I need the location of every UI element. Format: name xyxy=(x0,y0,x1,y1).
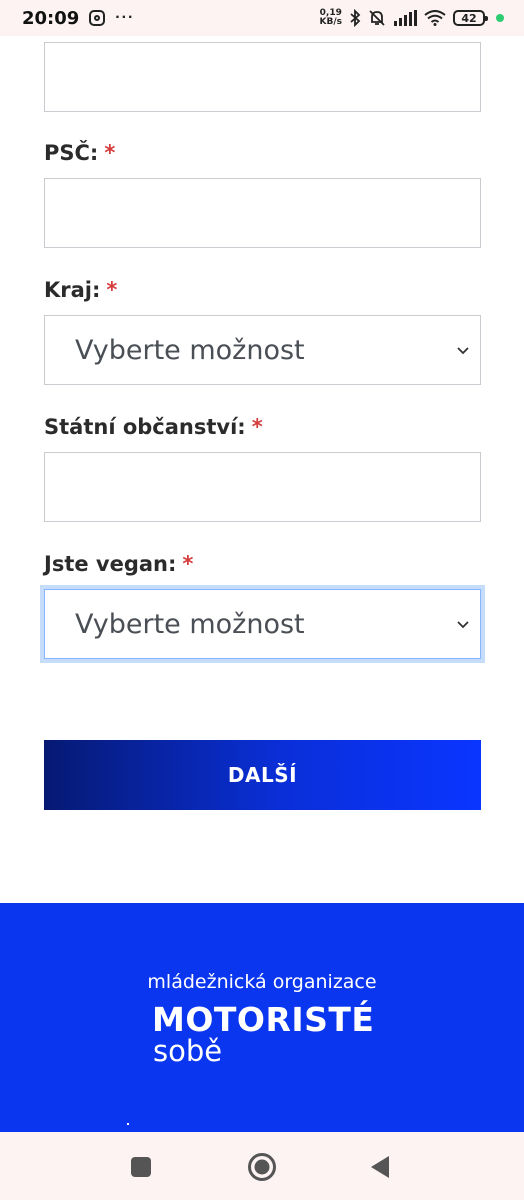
wifi-icon xyxy=(424,10,446,26)
postal-code-label: PSČ: * xyxy=(44,141,116,165)
vegan-label: Jste vegan: * xyxy=(44,552,194,576)
more-dots-icon: ··· xyxy=(115,9,135,26)
required-mark: * xyxy=(182,552,194,576)
back-button[interactable] xyxy=(363,1150,397,1184)
footer-tagline: mládežnická organizace xyxy=(147,971,377,993)
required-mark: * xyxy=(251,415,263,439)
region-select[interactable]: Vyberte možnost xyxy=(44,315,481,385)
battery-icon: 42 xyxy=(453,10,488,26)
home-button[interactable] xyxy=(245,1150,279,1184)
network-speed: 0,19 KB/s xyxy=(319,8,342,27)
motoriste-logo[interactable]: MOTORISTÉ sobě xyxy=(152,1000,382,1070)
region-label: Kraj: * xyxy=(44,278,118,302)
bell-muted-icon xyxy=(368,9,386,27)
citizenship-label: Státní občanství: * xyxy=(44,415,263,439)
status-bar: 20:09 ··· 0,19 KB/s 42 xyxy=(0,0,524,36)
required-mark: * xyxy=(106,278,118,302)
square-icon xyxy=(131,1157,151,1177)
address-input[interactable] xyxy=(44,42,481,112)
navigation-bar xyxy=(0,1132,524,1200)
bluetooth-icon xyxy=(349,9,361,27)
charging-dot xyxy=(496,14,504,22)
circle-icon xyxy=(248,1153,276,1181)
logo-sub-text: sobě xyxy=(153,1034,223,1068)
vegan-select[interactable]: Vyberte možnost xyxy=(44,589,481,659)
postal-code-input[interactable] xyxy=(44,178,481,248)
back-triangle-icon xyxy=(371,1156,389,1178)
footer: mládežnická organizace MOTORISTÉ sobě xyxy=(0,903,524,1132)
clock: 20:09 xyxy=(22,7,80,29)
instagram-icon xyxy=(89,10,106,26)
citizenship-input[interactable] xyxy=(44,452,481,522)
chevron-down-icon xyxy=(457,347,469,355)
chevron-down-icon xyxy=(457,621,469,629)
required-mark: * xyxy=(104,141,116,165)
decorative-dot xyxy=(127,1123,129,1125)
recent-apps-button[interactable] xyxy=(124,1150,158,1184)
next-button[interactable]: DALŠÍ xyxy=(44,740,481,810)
signal-icon xyxy=(393,10,417,26)
